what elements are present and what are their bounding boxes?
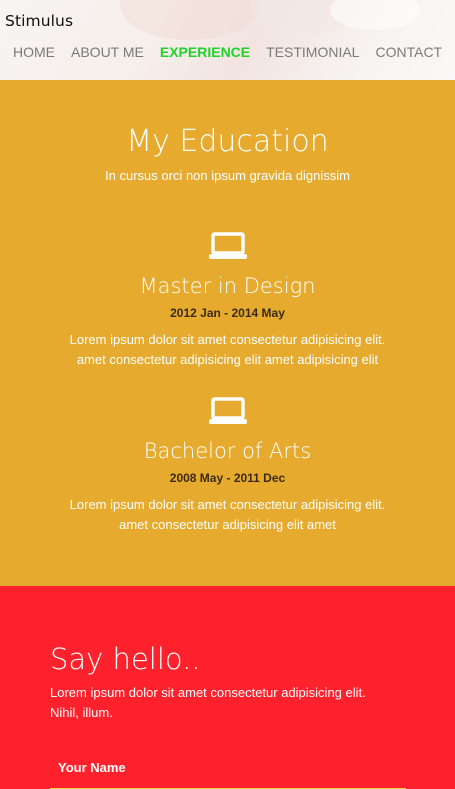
contact-description: Lorem ipsum dolor sit amet consectetur a… xyxy=(50,683,410,723)
nav-about-link[interactable]: ABOUT ME xyxy=(71,44,144,60)
header-hero: Stimulus HOME ABOUT ME EXPERIENCE TESTIM… xyxy=(0,0,455,80)
name-input[interactable] xyxy=(50,756,406,789)
brand-logo[interactable]: Stimulus xyxy=(5,12,73,30)
main-nav: HOME ABOUT ME EXPERIENCE TESTIMONIAL CON… xyxy=(13,44,455,60)
entry-title: Bachelor of Arts xyxy=(143,439,312,463)
entry-title: Master in Design xyxy=(139,274,316,298)
entry-description: Lorem ipsum dolor sit amet consectetur a… xyxy=(38,495,418,535)
education-entry: Master in Design 2012 Jan - 2014 May Lor… xyxy=(0,232,455,370)
contact-description-line: Nihil, illum. xyxy=(50,705,113,720)
nav-home-link[interactable]: HOME xyxy=(13,44,55,60)
nav-contact-link[interactable]: CONTACT xyxy=(375,44,442,60)
nav-testimonial-link[interactable]: TESTIMONIAL xyxy=(266,44,359,60)
contact-section: Say hello.. Lorem ipsum dolor sit amet c… xyxy=(0,586,455,789)
entry-date: 2012 Jan - 2014 May xyxy=(170,306,285,320)
laptop-icon xyxy=(208,232,247,259)
entry-description: Lorem ipsum dolor sit amet consectetur a… xyxy=(38,330,418,370)
laptop-icon xyxy=(208,397,247,424)
education-subtitle: In cursus orci non ipsum gravida digniss… xyxy=(105,168,350,183)
contact-title: Say hello.. xyxy=(50,642,201,676)
nav-experience-link[interactable]: EXPERIENCE xyxy=(160,44,250,60)
contact-description-line: Lorem ipsum dolor sit amet consectetur a… xyxy=(50,685,366,700)
education-entry: Bachelor of Arts 2008 May - 2011 Dec Lor… xyxy=(0,397,455,535)
education-title: My Education xyxy=(126,124,329,159)
entry-description-line: amet consectetur adipisicing elit amet a… xyxy=(76,352,379,367)
entry-description-line: Lorem ipsum dolor sit amet consectetur a… xyxy=(69,332,386,347)
entry-date: 2008 May - 2011 Dec xyxy=(169,471,286,485)
entry-description-line: amet consectetur adipisicing elit amet xyxy=(119,517,336,532)
entry-description-line: Lorem ipsum dolor sit amet consectetur a… xyxy=(69,497,386,512)
education-section: My Education In cursus orci non ipsum gr… xyxy=(0,80,455,586)
